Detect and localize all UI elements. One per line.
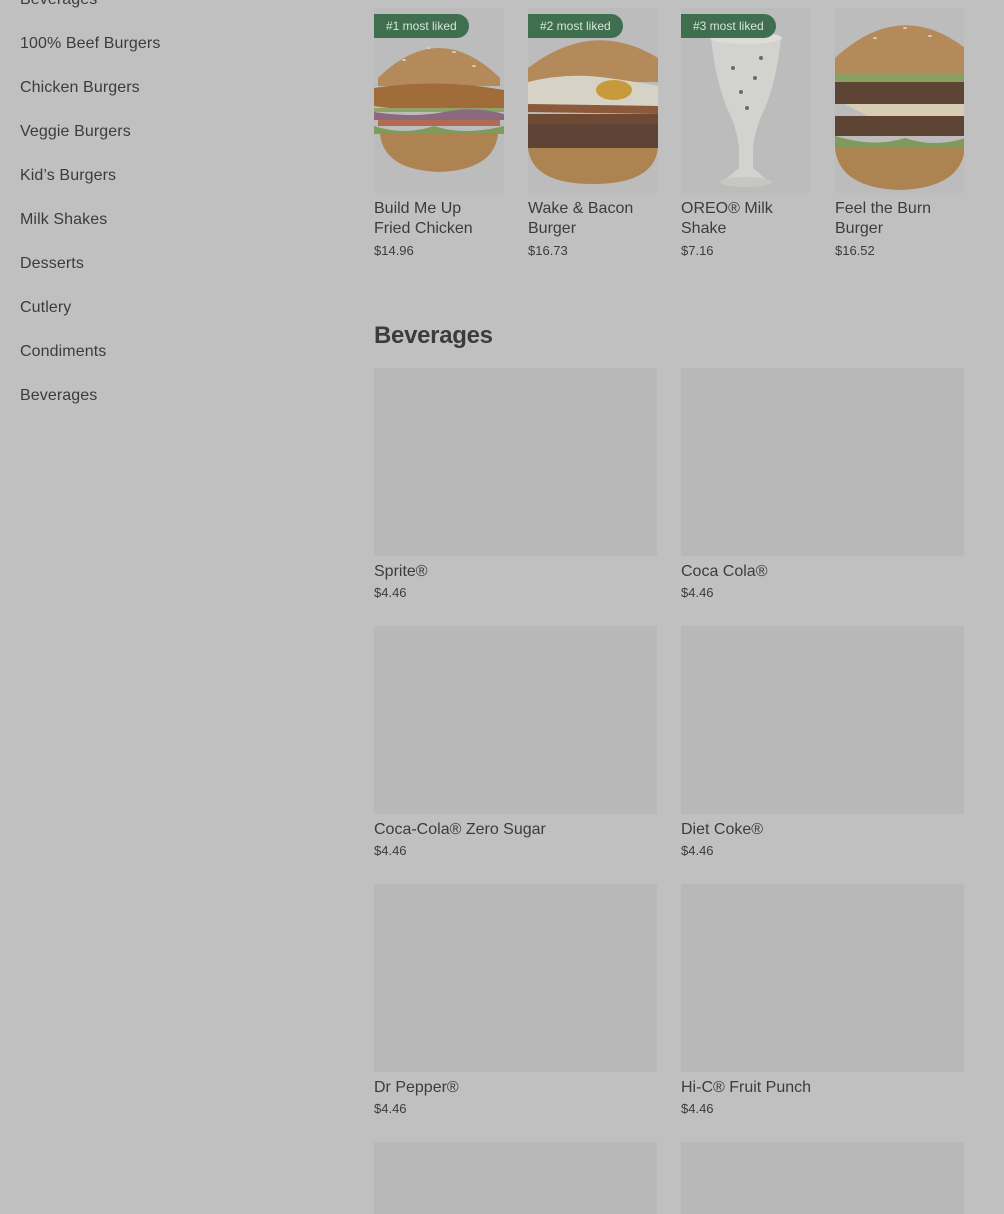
item-name: Dr Pepper® [374,1079,459,1096]
section-title-beverages: Beverages [374,322,493,349]
item-name: Sprite® [374,563,428,580]
menu-item-card[interactable]: Dr Pepper® $4.46 [374,884,657,1116]
sidebar-item-kids-burgers[interactable]: Kid’s Burgers [20,166,320,186]
item-image: #1 most liked [374,8,504,193]
sidebar-item-beverages[interactable]: Beverages [20,386,320,406]
sidebar-item-beef-burgers[interactable]: 100% Beef Burgers [20,34,320,54]
item-name: Coca-Cola® Zero Sugar [374,821,546,838]
item-price: $16.73 [528,243,568,258]
item-name: OREO® Milk Shake [681,200,773,237]
item-name: Feel the Burn Burger [835,200,932,237]
item-image-placeholder [681,626,964,814]
most-liked-card[interactable]: #2 most liked Wake & Bacon Burger $16.73 [528,8,658,258]
item-image-placeholder [374,626,657,814]
menu-item-card[interactable]: Diet Coke® $4.46 [681,626,964,858]
item-price: $16.52 [835,243,875,258]
sidebar-item-milk-shakes[interactable]: Milk Shakes [20,210,320,230]
category-sidebar: Beverages 100% Beef Burgers Chicken Burg… [20,0,320,430]
item-name: Wake & Bacon Burger [528,200,634,237]
most-liked-card[interactable]: #3 most liked OREO® Milk Shake $7.16 [681,8,811,258]
item-price: $4.46 [374,1101,407,1116]
most-liked-card[interactable]: #1 most liked Build Me Up Fried Chicken … [374,8,504,258]
most-liked-badge: #1 most liked [374,14,469,38]
item-image-placeholder [374,884,657,1072]
menu-item-card[interactable] [374,1142,657,1214]
item-image-placeholder [374,1142,657,1214]
most-liked-badge: #3 most liked [681,14,776,38]
item-image-placeholder [681,1142,964,1214]
item-price: $4.46 [681,585,714,600]
most-liked-card[interactable]: Feel the Burn Burger $16.52 [835,8,964,258]
sidebar-item-cutlery[interactable]: Cutlery [20,298,320,318]
menu-item-card[interactable]: Hi-C® Fruit Punch $4.46 [681,884,964,1116]
sidebar-item-condiments[interactable]: Condiments [20,342,320,362]
item-image [835,8,964,193]
item-price: $4.46 [374,843,407,858]
item-price: $4.46 [374,585,407,600]
item-image: #3 most liked [681,8,811,193]
item-image-placeholder [374,368,657,556]
item-name: Diet Coke® [681,821,764,838]
menu-item-card[interactable]: Sprite® $4.46 [374,368,657,600]
item-name: Build Me Up Fried Chicken [374,200,473,237]
sidebar-item-chicken-burgers[interactable]: Chicken Burgers [20,78,320,98]
item-price: $4.46 [681,1101,714,1116]
menu-item-card[interactable]: Coca Cola® $4.46 [681,368,964,600]
item-image: #2 most liked [528,8,658,193]
menu-item-card[interactable]: Coca-Cola® Zero Sugar $4.46 [374,626,657,858]
item-price: $14.96 [374,243,414,258]
item-name: Hi-C® Fruit Punch [681,1079,812,1096]
item-image-placeholder [681,884,964,1072]
item-price: $4.46 [681,843,714,858]
item-name: Coca Cola® [681,563,768,580]
item-price: $7.16 [681,243,714,258]
menu-item-card[interactable] [681,1142,964,1214]
sidebar-item-beverages-top[interactable]: Beverages [20,0,320,10]
item-image-placeholder [681,368,964,556]
sidebar-item-veggie-burgers[interactable]: Veggie Burgers [20,122,320,142]
most-liked-carousel: #1 most liked Build Me Up Fried Chicken … [374,8,964,268]
feel-the-burn-burger-image [835,8,964,193]
sidebar-item-desserts[interactable]: Desserts [20,254,320,274]
most-liked-badge: #2 most liked [528,14,623,38]
